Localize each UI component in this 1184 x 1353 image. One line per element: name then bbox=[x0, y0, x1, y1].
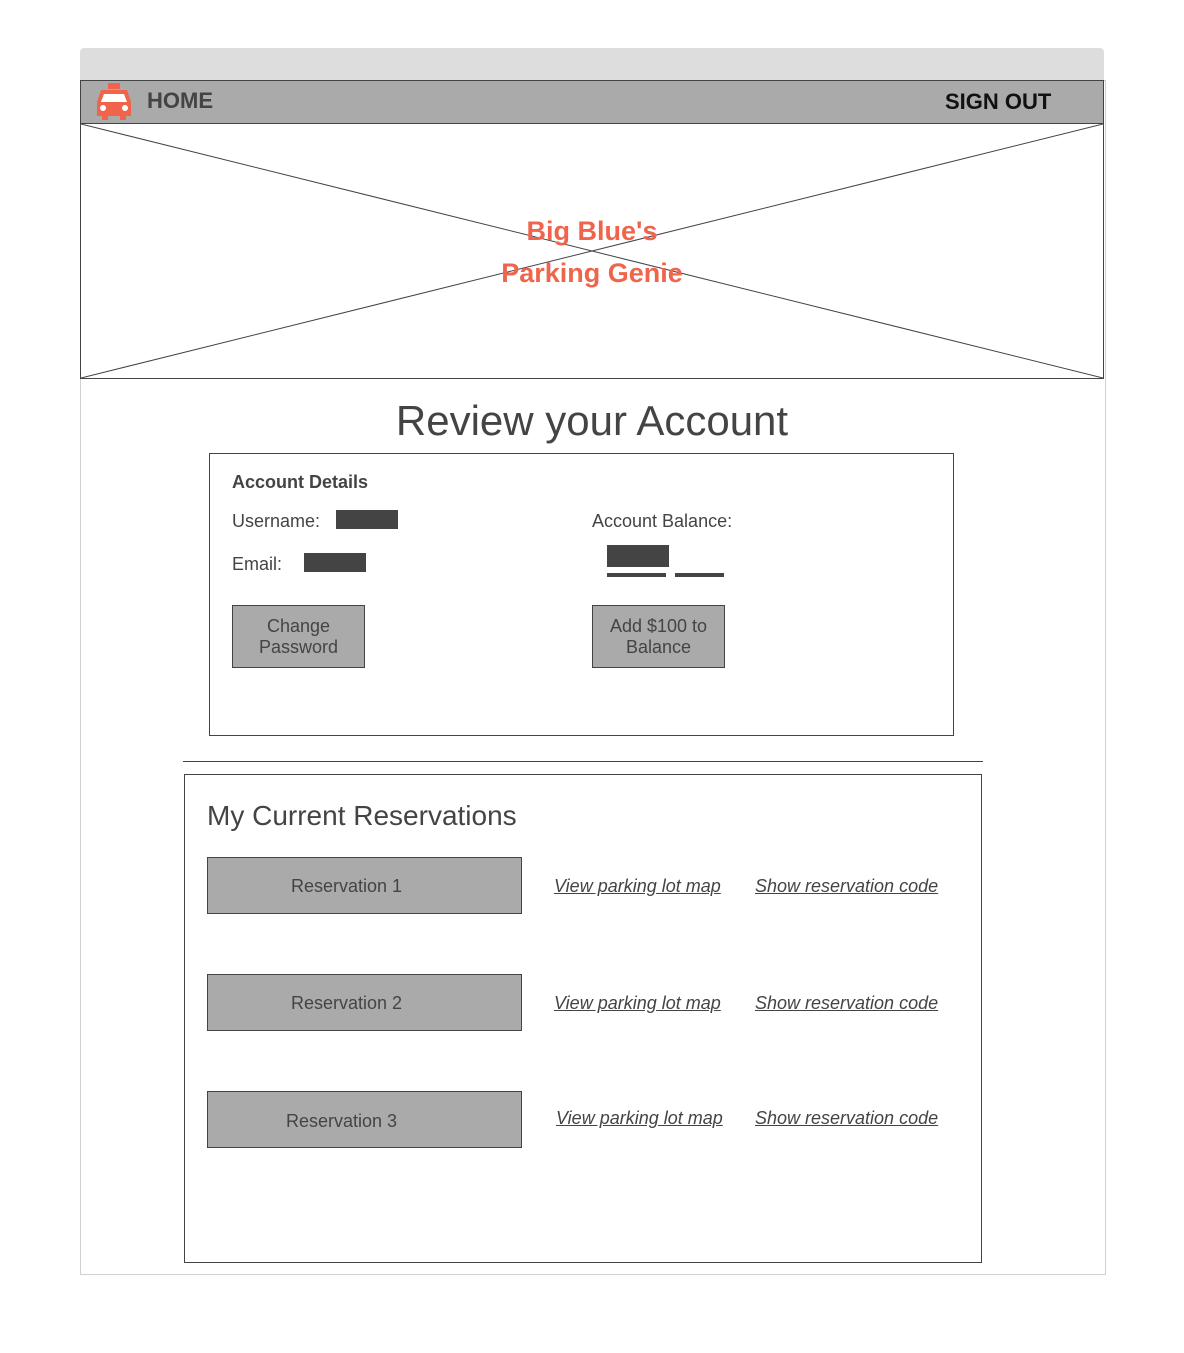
balance-underline-right bbox=[675, 573, 724, 577]
section-divider bbox=[183, 761, 983, 762]
reservation-2-view-map-link[interactable]: View parking lot map bbox=[554, 993, 721, 1014]
sign-out-link[interactable]: SIGN OUT bbox=[945, 89, 1051, 115]
reservation-3-show-code-link[interactable]: Show reservation code bbox=[755, 1108, 938, 1129]
reservation-1-view-map-link[interactable]: View parking lot map bbox=[554, 876, 721, 897]
account-details-panel bbox=[209, 453, 954, 736]
taxi-icon[interactable] bbox=[93, 82, 135, 122]
email-label: Email: bbox=[232, 554, 283, 574]
home-link[interactable]: HOME bbox=[147, 88, 213, 114]
reservation-2-label: Reservation 2 bbox=[291, 993, 403, 1013]
reservation-1-show-code-link[interactable]: Show reservation code bbox=[755, 876, 938, 897]
balance-value-redacted bbox=[607, 545, 669, 567]
account-details-heading: Account Details bbox=[232, 472, 369, 492]
add-balance-label: Add $100 to Balance bbox=[609, 615, 708, 657]
reservation-2-button[interactable]: Reservation 2 bbox=[207, 974, 522, 1031]
hero-title: Big Blue's Parking Genie bbox=[80, 210, 1104, 294]
reservation-3-view-map-link[interactable]: View parking lot map bbox=[556, 1108, 723, 1129]
reservation-1-label: Reservation 1 bbox=[291, 876, 403, 896]
email-value-redacted bbox=[304, 553, 366, 572]
username-label: Username: bbox=[232, 511, 321, 531]
change-password-button[interactable]: Change Password bbox=[232, 605, 365, 668]
hero-title-line-1: Big Blue's bbox=[526, 216, 658, 246]
change-password-label: Change Password bbox=[258, 615, 339, 657]
add-balance-button[interactable]: Add $100 to Balance bbox=[592, 605, 725, 668]
reservation-3-label: Reservation 3 bbox=[286, 1111, 398, 1131]
hero-title-line-2: Parking Genie bbox=[501, 258, 683, 288]
browser-title-bar bbox=[80, 48, 1104, 80]
reservation-2-show-code-link[interactable]: Show reservation code bbox=[755, 993, 938, 1014]
page-title: Review your Account bbox=[395, 397, 789, 444]
account-balance-label: Account Balance: bbox=[592, 511, 733, 531]
balance-underline-left bbox=[607, 573, 666, 577]
reservation-1-button[interactable]: Reservation 1 bbox=[207, 857, 522, 914]
reservations-heading: My Current Reservations bbox=[207, 800, 517, 831]
reservation-3-button[interactable]: Reservation 3 bbox=[207, 1091, 522, 1148]
username-value-redacted bbox=[336, 510, 398, 529]
